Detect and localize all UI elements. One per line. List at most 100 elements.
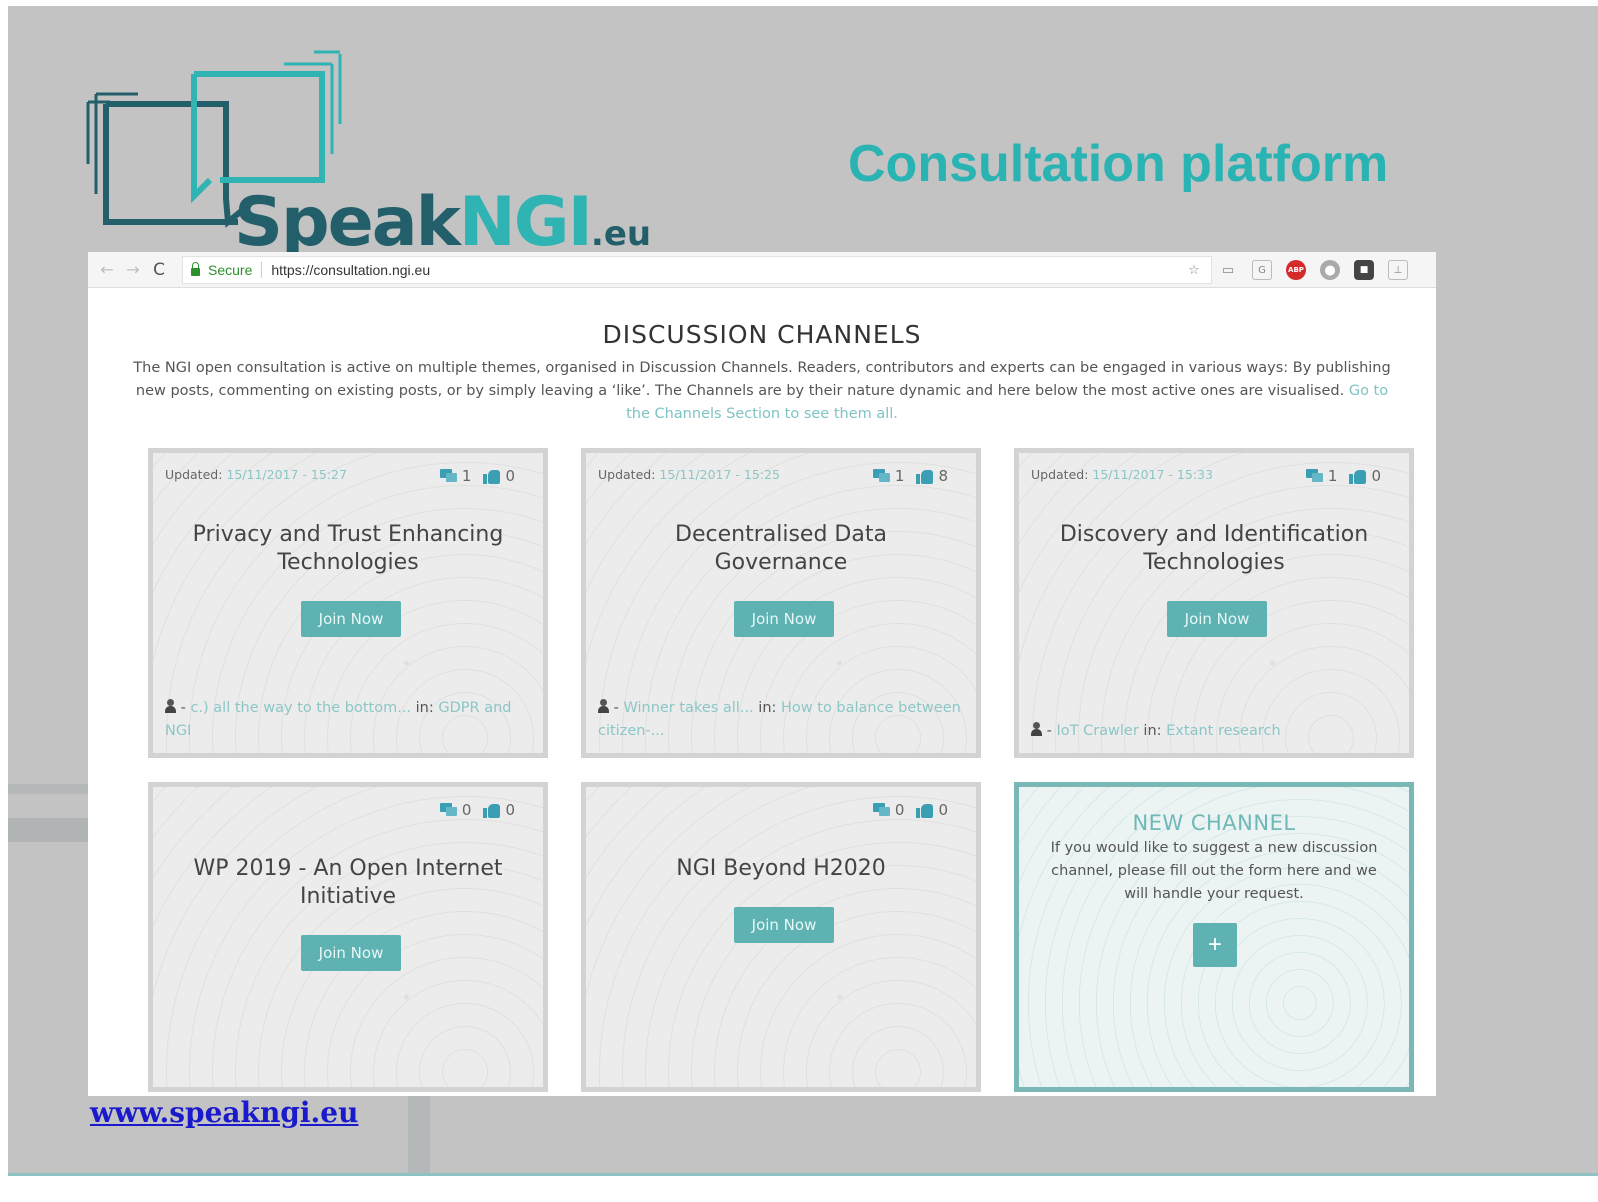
join-now-button[interactable]: Join Now xyxy=(301,935,401,971)
privacy-badger-icon[interactable]: ● xyxy=(1320,260,1340,280)
decorative-bar xyxy=(408,1092,430,1173)
join-now-button[interactable]: Join Now xyxy=(734,907,834,943)
grammarly-icon[interactable]: G xyxy=(1252,260,1272,280)
like-count: 0 xyxy=(505,801,515,819)
channel-title: WP 2019 - An Open Internet Initiative xyxy=(193,856,503,909)
post-link[interactable]: Winner takes all... xyxy=(623,700,753,716)
address-bar[interactable]: Secure https://consultation.ngi.eu xyxy=(182,256,1212,284)
thumbs-up-icon xyxy=(916,468,934,484)
comments-icon xyxy=(872,803,891,817)
lock-icon xyxy=(191,261,200,276)
join-now-button[interactable]: Join Now xyxy=(301,601,401,637)
channel-card: 0 0 NGI Beyond H2020 Join Now xyxy=(581,782,981,1092)
updated-label: Updated: xyxy=(165,467,223,482)
comment-count: 0 xyxy=(461,801,472,819)
in-label: in: xyxy=(753,700,782,716)
topic-link[interactable]: Extant research xyxy=(1166,723,1281,739)
logo-ngi-text: NGI xyxy=(458,183,593,262)
channel-card: Updated: 15/11/2017 - 15:25 1 8 Decentra… xyxy=(581,448,981,758)
decorative-bar xyxy=(8,818,90,842)
comment-count: 0 xyxy=(894,801,905,819)
updated-date: 15/11/2017 - 15:27 xyxy=(226,467,347,482)
updated-info: Updated: 15/11/2017 - 15:27 xyxy=(165,467,347,482)
latest-post: - IoT Crawler in: Extant research xyxy=(1031,720,1399,743)
extension-icons: ☆ ▭ G ABP ● ■ ⊥ xyxy=(1184,260,1408,280)
like-count: 0 xyxy=(1371,467,1381,485)
intro-paragraph: The NGI open consultation is active on m… xyxy=(127,357,1397,426)
latest-post: - c.) all the way to the bottom... in: G… xyxy=(165,697,533,743)
post-prefix: - xyxy=(609,700,624,716)
slide-title: Consultation platform xyxy=(848,135,1389,193)
channel-title: NGI Beyond H2020 xyxy=(676,856,886,881)
user-icon xyxy=(165,699,176,713)
comments-icon xyxy=(439,803,458,817)
channel-card: 0 0 WP 2019 - An Open Internet Initiativ… xyxy=(148,782,548,1092)
in-label: in: xyxy=(1138,723,1167,739)
channel-stats: 1 0 xyxy=(1305,467,1381,485)
channel-card: Updated: 15/11/2017 - 15:27 1 0 Privacy … xyxy=(148,448,548,758)
comments-icon xyxy=(872,469,891,483)
updated-date: 15/11/2017 - 15:25 xyxy=(659,467,780,482)
updated-label: Updated: xyxy=(1031,467,1089,482)
post-link[interactable]: IoT Crawler xyxy=(1056,723,1138,739)
channel-title: Privacy and Trust Enhancing Technologies xyxy=(192,522,504,575)
comments-icon xyxy=(1305,469,1324,483)
speakngi-logo: SpeakNGI.eu xyxy=(78,44,678,259)
channel-stats: 0 0 xyxy=(439,801,515,819)
intro-text: The NGI open consultation is active on m… xyxy=(133,360,1391,399)
new-channel-card: NEW CHANNEL If you would like to suggest… xyxy=(1014,782,1414,1092)
decorative-bar xyxy=(8,784,90,794)
cast-icon[interactable]: ▭ xyxy=(1218,260,1238,280)
post-prefix: - xyxy=(176,700,191,716)
extension-icon[interactable]: ■ xyxy=(1354,260,1374,280)
like-count: 0 xyxy=(938,801,948,819)
comments-icon xyxy=(439,469,458,483)
logo-speak-text: Speak xyxy=(234,183,461,262)
logo-wordmark: SpeakNGI.eu xyxy=(234,189,651,257)
channel-title: Decentralised Data Governance xyxy=(675,522,887,575)
page-content: DISCUSSION CHANNELS The NGI open consult… xyxy=(88,288,1436,426)
channel-title: Discovery and Identification Technologie… xyxy=(1059,522,1369,575)
post-prefix: - xyxy=(1042,723,1057,739)
in-label: in: xyxy=(411,700,439,716)
forward-arrow-icon[interactable]: → xyxy=(120,260,146,279)
like-count: 0 xyxy=(505,467,515,485)
adblock-plus-icon[interactable]: ABP xyxy=(1286,260,1306,280)
address-separator xyxy=(261,262,263,278)
thumbs-up-icon xyxy=(916,802,934,818)
channel-card: Updated: 15/11/2017 - 15:33 1 0 Discover… xyxy=(1014,448,1414,758)
star-icon[interactable]: ☆ xyxy=(1184,260,1204,280)
channel-stats: 1 8 xyxy=(872,467,948,485)
reload-icon[interactable]: C xyxy=(146,260,172,280)
thumbs-up-icon xyxy=(483,802,501,818)
join-now-button[interactable]: Join Now xyxy=(734,601,834,637)
updated-date: 15/11/2017 - 15:33 xyxy=(1092,467,1213,482)
browser-toolbar: ← → C Secure https://consultation.ngi.eu… xyxy=(88,252,1436,288)
updated-info: Updated: 15/11/2017 - 15:25 xyxy=(598,467,780,482)
updated-label: Updated: xyxy=(598,467,656,482)
channel-stats: 0 0 xyxy=(872,801,948,819)
channel-stats: 1 0 xyxy=(439,467,515,485)
thumbs-up-icon xyxy=(1349,468,1367,484)
pdf-icon[interactable]: ⊥ xyxy=(1388,260,1408,280)
latest-post: - Winner takes all... in: How to balance… xyxy=(598,697,966,743)
new-channel-title: NEW CHANNEL xyxy=(1132,811,1296,835)
add-channel-button[interactable]: + xyxy=(1193,923,1237,967)
section-heading: DISCUSSION CHANNELS xyxy=(602,320,922,349)
user-icon xyxy=(598,699,609,713)
like-count: 8 xyxy=(938,467,948,485)
back-arrow-icon[interactable]: ← xyxy=(94,260,120,279)
website-link[interactable]: www.speakngi.eu xyxy=(90,1096,358,1129)
url-text[interactable]: https://consultation.ngi.eu xyxy=(271,262,430,278)
browser-window: ← → C Secure https://consultation.ngi.eu… xyxy=(88,252,1436,1096)
comment-count: 1 xyxy=(461,467,472,485)
comment-count: 1 xyxy=(1327,467,1338,485)
post-link[interactable]: c.) all the way to the bottom... xyxy=(190,700,411,716)
user-icon xyxy=(1031,722,1042,736)
comment-count: 1 xyxy=(894,467,905,485)
join-now-button[interactable]: Join Now xyxy=(1167,601,1267,637)
logo-eu-text: .eu xyxy=(590,214,652,254)
updated-info: Updated: 15/11/2017 - 15:33 xyxy=(1031,467,1213,482)
new-channel-description: If you would like to suggest a new discu… xyxy=(1050,840,1378,902)
channels-grid: Updated: 15/11/2017 - 15:27 1 0 Privacy … xyxy=(148,448,1414,1092)
